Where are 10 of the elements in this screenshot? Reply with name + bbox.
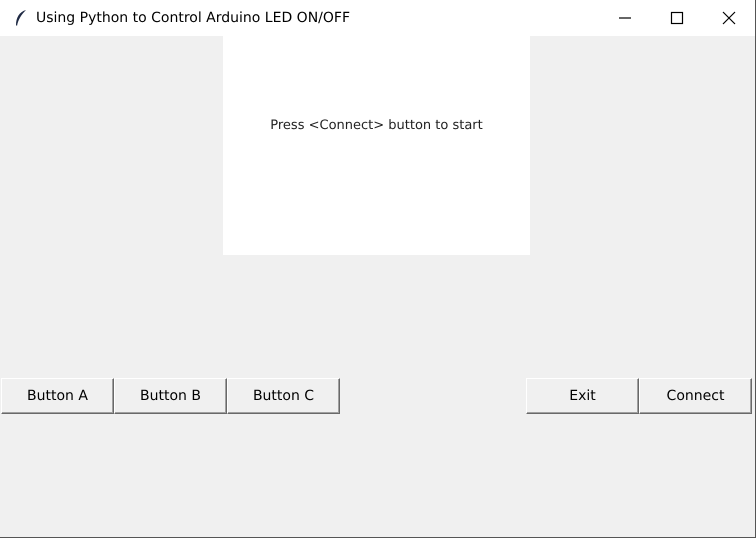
action-button[interactable]: Button B (114, 378, 227, 414)
action-button[interactable]: Button C (227, 378, 340, 414)
status-message: Press <Connect> button to start (270, 118, 483, 133)
action-button[interactable]: Connect (639, 378, 752, 414)
maximize-icon[interactable] (670, 11, 684, 25)
window-title: Using Python to Control Arduino LED ON/OFF (36, 10, 352, 26)
action-button[interactable]: Button A (1, 378, 114, 414)
close-icon[interactable] (722, 11, 736, 25)
feather-icon (14, 9, 28, 27)
action-button[interactable]: Exit (526, 378, 639, 414)
